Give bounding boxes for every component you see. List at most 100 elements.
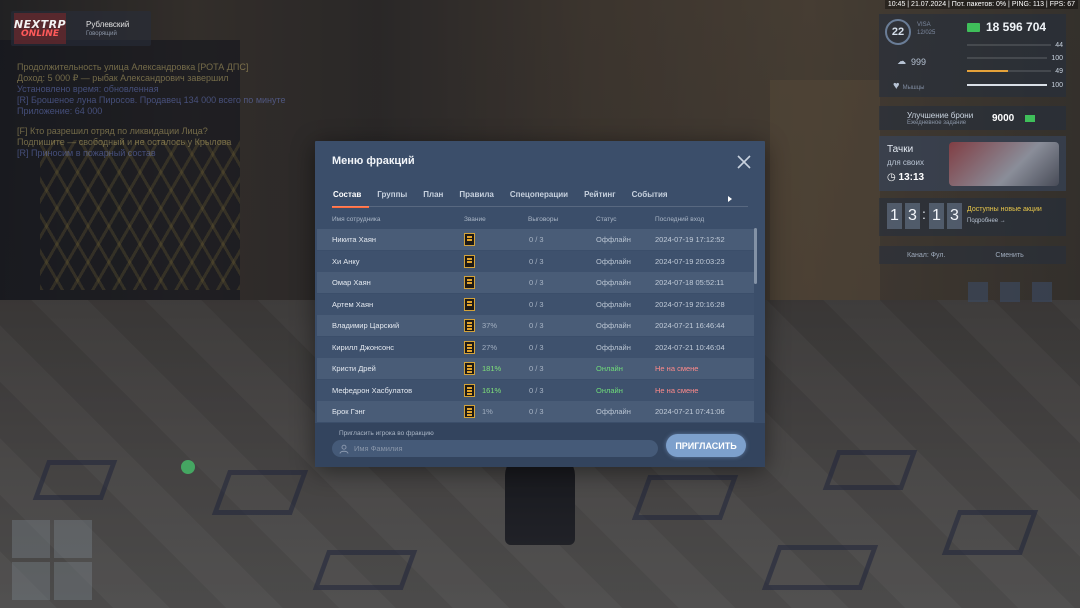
hud-stat-bar	[967, 57, 1048, 59]
server-sub: Говорящий	[86, 31, 117, 37]
warnings-count: 0 / 3	[529, 321, 544, 330]
roster-row[interactable]: Никита Хаян 0 / 3 Оффлайн 2024-07-19 17:12:…	[317, 229, 754, 250]
hud-stat-row: 49	[967, 66, 1063, 76]
roster-row[interactable]: Брок Гэнг 1% 0 / 3 Оффлайн 2024-07-21 07:41:…	[317, 401, 754, 422]
quick-slot[interactable]	[54, 520, 92, 558]
rank-icon	[464, 276, 475, 289]
last-login: 2024-07-19 20:16:28	[655, 299, 725, 309]
rank-progress: 37%	[482, 321, 498, 330]
tab-events[interactable]: События	[624, 190, 676, 206]
tab-roster[interactable]: Состав	[332, 190, 370, 208]
side-icons	[968, 282, 1052, 302]
status-bar: 10:45 | 21.07.2024 | Пот. пакетов: 0% | …	[884, 0, 1078, 9]
hud-stat-value: 44	[1055, 41, 1063, 49]
radio-label: Канал: Фул.	[907, 251, 946, 259]
last-login: 2024-07-19 20:03:23	[655, 256, 725, 266]
invite-button[interactable]: ПРИГЛАСИТЬ	[666, 434, 746, 457]
cars-promo-panel[interactable]: Тачки для своих ◷ 13:13	[879, 136, 1066, 191]
cash-icon	[967, 22, 980, 32]
chat-line: Продолжительность улица Александровка [Р…	[17, 62, 249, 72]
last-login: 2024-07-21 16:46:44	[655, 321, 725, 330]
rank-stripe	[467, 392, 472, 395]
member-status: Оффлайн	[596, 407, 631, 416]
upgrade-armor-panel[interactable]: Улучшение брони Ежедневное задание 9000	[879, 106, 1066, 130]
chat-line: [R] Брошеное луна Пиросов. Продавец 134 …	[17, 95, 286, 105]
rank-stripe	[467, 371, 472, 373]
reputation-value: 999	[911, 56, 927, 67]
countdown-colon: :	[922, 206, 926, 222]
cars-sub: для своих	[887, 158, 924, 167]
quick-slot[interactable]	[12, 520, 50, 558]
rank-stripe	[467, 322, 472, 324]
bell-icon[interactable]	[1032, 282, 1052, 302]
quick-slot[interactable]	[54, 562, 92, 600]
rank-icon	[464, 254, 475, 268]
tab-plan[interactable]: План	[415, 190, 451, 206]
roster-row[interactable]: Владимир Царский 37% 0 / 3 Оффлайн 2024-07-2…	[317, 315, 754, 336]
level-sub-line: VISA	[917, 22, 931, 28]
warnings-count: 0 / 3	[529, 235, 544, 244]
mouse-cursor-icon	[728, 196, 732, 202]
rank-stripe	[467, 257, 472, 260]
countdown-title: Доступны новые акции	[967, 206, 1042, 213]
roster-table-header: Имя сотрудника Звание Выговоры Статус По…	[332, 216, 752, 228]
tab-rules[interactable]: Правила	[451, 190, 501, 206]
countdown-panel[interactable]: 1 3 : 1 3 Доступны новые акции Подробнее…	[879, 198, 1066, 236]
chat-line: Установлено время: обновленная	[17, 84, 159, 94]
rank-stripe	[467, 389, 472, 392]
roster-scrollbar[interactable]	[754, 228, 757, 284]
invite-section: Пригласить игрока во фракцию ПРИГЛАСИТЬ	[315, 423, 765, 467]
hud-stat-bar	[967, 84, 1048, 86]
menu-icon[interactable]	[1000, 282, 1020, 302]
member-status: Оффлайн	[596, 342, 631, 352]
heart-label: Мышцы	[902, 85, 925, 91]
hud-stat-fill	[967, 84, 1048, 86]
roster-row[interactable]: Артем Хаян 0 / 3 Оффлайн 2024-07-19 20:16:2…	[317, 293, 754, 315]
radio-bar[interactable]: Канал: Фул. Сменить	[879, 246, 1066, 264]
warnings-count: 0 / 3	[529, 299, 544, 309]
tab-groups[interactable]: Группы	[369, 190, 415, 206]
member-status: Онлайн	[596, 385, 623, 395]
countdown-more-link[interactable]: Подробнее →	[967, 218, 1006, 224]
hud-stat-row: 44	[967, 40, 1063, 50]
roster-row[interactable]: Омар Хаян 0 / 3 Оффлайн 2024-07-18 05:52:11	[317, 272, 754, 293]
quick-slot[interactable]	[12, 562, 50, 600]
tab-rating[interactable]: Рейтинг	[576, 190, 624, 206]
rank-stripe	[467, 346, 472, 349]
server-badge: NEXTRP ONLINE Рублевский Говорящий	[11, 11, 151, 46]
roster-row[interactable]: Хи Анку 0 / 3 Оффлайн 2024-07-19 20:03:23	[317, 250, 754, 272]
warnings-count: 0 / 3	[529, 342, 544, 352]
server-logo: NEXTRP ONLINE	[14, 13, 66, 44]
roster-row[interactable]: Кристи Дрей 181% 0 / 3 Онлайн Не на смене	[317, 358, 754, 379]
user-icon	[339, 444, 349, 454]
rank-stripe	[467, 343, 472, 346]
upgrade-title: Улучшение брони	[907, 110, 974, 120]
member-status: Оффлайн	[596, 321, 631, 330]
hud-stat-bar	[967, 70, 1052, 72]
radio-switch[interactable]: Сменить	[995, 252, 1023, 259]
money-display: 18 596 704	[967, 20, 1046, 34]
rank-stripe	[467, 368, 472, 370]
cars-timer-value: 13:13	[898, 172, 925, 183]
member-name: Брок Гэнг	[332, 407, 366, 416]
tab-special-ops[interactable]: Спецоперации	[502, 190, 576, 206]
invite-name-input[interactable]	[332, 440, 658, 457]
rank-icon	[464, 297, 475, 311]
roster-row[interactable]: Кирилл Джонсонс 27% 0 / 3 Оффлайн 2024-07-21…	[317, 336, 754, 358]
faction-tabs: Состав Группы План Правила Спецоперации …	[332, 190, 676, 208]
chat-line: Доход: 5 000 ₽ — рыбак Александрович зав…	[17, 73, 229, 83]
rank-stripe	[467, 349, 472, 352]
warnings-count: 0 / 3	[529, 407, 544, 416]
rank-stripe	[467, 279, 472, 281]
warnings-count: 0 / 3	[529, 278, 544, 287]
rank-stripe	[467, 325, 472, 327]
member-name: Владимир Царский	[332, 321, 400, 330]
member-name: Омар Хаян	[332, 278, 371, 287]
server-info: Рублевский Говорящий	[86, 20, 129, 37]
roster-row[interactable]: Мефедрон Хасбулатов 161% 0 / 3 Онлайн Не на …	[317, 379, 754, 401]
member-name: Кирилл Джонсонс	[332, 342, 395, 352]
close-icon[interactable]	[735, 153, 753, 171]
calendar-icon[interactable]	[968, 282, 988, 302]
rank-progress: 1%	[482, 407, 493, 416]
member-status: Оффлайн	[596, 299, 631, 309]
